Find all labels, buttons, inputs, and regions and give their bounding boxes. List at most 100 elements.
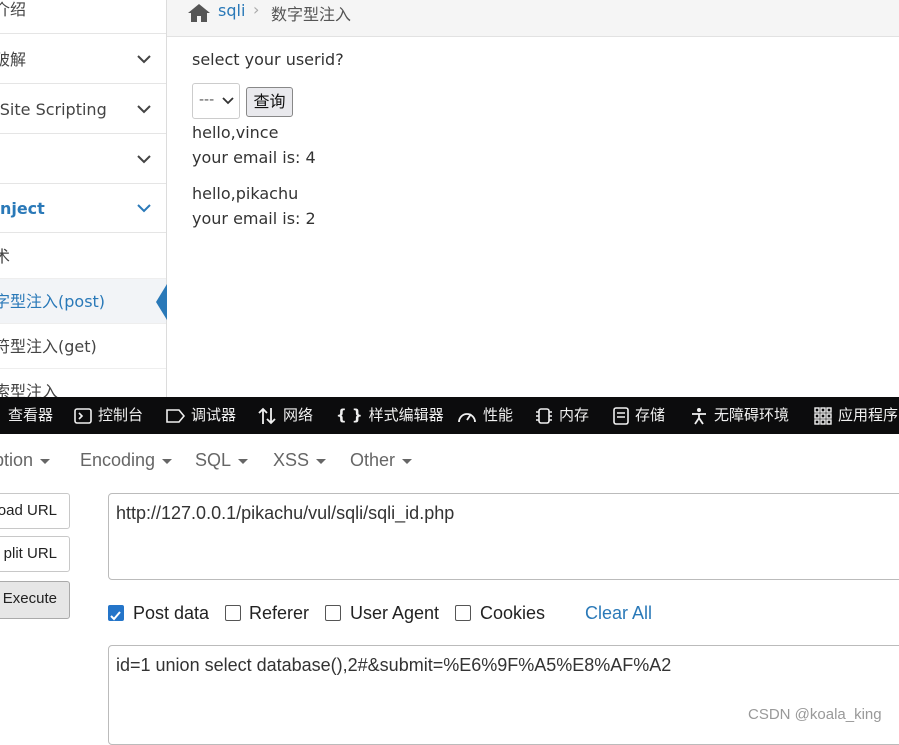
tab-console[interactable]: 控制台 xyxy=(74,397,143,434)
referer-checkbox[interactable] xyxy=(225,605,241,621)
menu-other[interactable]: Other xyxy=(350,450,413,471)
caret-down-icon xyxy=(402,458,413,464)
sidebar-item-sql-inject[interactable]: Inject xyxy=(0,184,166,233)
userid-prompt: select your userid? xyxy=(192,50,344,69)
network-icon xyxy=(258,407,276,424)
sidebar-subitem-overview[interactable]: 术 xyxy=(0,234,166,279)
menu-xss[interactable]: XSS xyxy=(273,450,327,471)
chevron-down-icon xyxy=(137,105,151,114)
sidebar-item-label: 介绍 xyxy=(0,0,27,19)
tab-label: 应用程序 xyxy=(838,406,899,424)
tab-label: 内存 xyxy=(559,406,590,424)
result-email: your email is: 4 xyxy=(192,148,316,167)
tab-label: 无障碍环境 xyxy=(714,406,790,424)
menu-label: SQL xyxy=(195,450,232,470)
watermark: CSDN @koala_king xyxy=(748,706,882,723)
tab-network[interactable]: 网络 xyxy=(257,397,313,434)
url-textarea[interactable]: http://127.0.0.1/pikachu/vul/sqli/sqli_i… xyxy=(108,493,899,580)
active-indicator xyxy=(156,284,167,320)
chevron-down-icon xyxy=(222,97,234,105)
menu-label: Other xyxy=(350,450,396,470)
performance-icon xyxy=(458,412,476,422)
execute-button[interactable]: Execute xyxy=(0,581,70,619)
breadcrumb-link[interactable]: sqli xyxy=(218,1,245,20)
tab-label: 样式编辑器 xyxy=(368,406,444,424)
sidebar-item-bruteforce[interactable]: 破解 xyxy=(0,35,166,84)
chevron-down-icon xyxy=(137,55,151,64)
load-url-button[interactable]: oad URL xyxy=(0,493,70,529)
memory-icon xyxy=(536,407,552,424)
result-hello: hello,vince xyxy=(192,123,279,142)
tab-label: 控制台 xyxy=(98,406,144,424)
console-icon xyxy=(74,407,92,424)
breadcrumb-separator: › xyxy=(253,0,260,19)
select-value: --- xyxy=(199,92,215,108)
caret-down-icon xyxy=(40,458,51,464)
sidebar-subitem-label: 符型注入(get) xyxy=(0,337,97,356)
storage-icon xyxy=(613,406,629,425)
menu-label: Encoding xyxy=(80,450,156,470)
web-app: 介绍 破解 -Site Scripting Inject 术 字型注入(post… xyxy=(0,0,899,397)
caret-down-icon xyxy=(162,458,173,464)
hackbar-menu: ption Encoding SQL XSS Other xyxy=(0,440,899,480)
tab-label: 存储 xyxy=(635,406,666,424)
tab-label: 网络 xyxy=(283,406,314,424)
userid-select[interactable]: --- xyxy=(192,83,240,119)
tab-label: 性能 xyxy=(483,406,514,424)
tab-memory[interactable]: 内存 xyxy=(535,397,589,434)
sidebar-subitem-label: 字型注入(post) xyxy=(0,292,106,311)
tab-performance[interactable]: 性能 xyxy=(457,397,513,434)
sidebar-subitem-string-get[interactable]: 符型注入(get) xyxy=(0,324,166,369)
application-icon xyxy=(814,406,832,425)
user-agent-checkbox[interactable] xyxy=(325,605,341,621)
referer-label: Referer xyxy=(249,603,310,623)
cookies-checkbox[interactable] xyxy=(455,605,471,621)
caret-down-icon xyxy=(316,458,327,464)
chevron-down-icon xyxy=(137,155,151,164)
menu-encryption[interactable]: ption xyxy=(0,450,51,471)
sidebar-subitem-numeric-post[interactable]: 字型注入(post) xyxy=(0,279,166,324)
menu-label: XSS xyxy=(273,450,310,470)
tab-label: 调试器 xyxy=(191,406,237,424)
sidebar: 介绍 破解 -Site Scripting Inject 术 字型注入(post… xyxy=(0,0,167,397)
clear-all-link[interactable]: Clear All xyxy=(585,603,652,624)
tab-debugger[interactable]: 调试器 xyxy=(165,397,236,434)
breadcrumb: sqli › 数字型注入 xyxy=(167,0,899,37)
tab-inspector[interactable]: 查看器 xyxy=(8,397,53,434)
sidebar-item-csrf[interactable] xyxy=(0,135,166,184)
result-email: your email is: 2 xyxy=(192,209,316,228)
menu-label: ption xyxy=(0,450,34,470)
sidebar-item-label: -Site Scripting xyxy=(0,100,107,119)
devtools-toolbar: 查看器 控制台 调试器 网络 { } 样式编辑器 性能 内存 存储 无障碍环境 应… xyxy=(0,397,899,434)
user-agent-label: User Agent xyxy=(350,603,440,623)
sidebar-subitem-label: 术 xyxy=(0,234,10,279)
sidebar-item-xss[interactable]: -Site Scripting xyxy=(0,85,166,134)
tab-storage[interactable]: 存储 xyxy=(613,397,665,434)
post-data-textarea[interactable]: id=1 union select database(),2#&submit=%… xyxy=(108,645,899,745)
tab-application[interactable]: 应用程序 xyxy=(814,397,898,434)
post-data-checkbox[interactable] xyxy=(108,605,124,621)
breadcrumb-current: 数字型注入 xyxy=(271,5,352,24)
split-url-button[interactable]: plit URL xyxy=(0,536,70,572)
caret-down-icon xyxy=(238,458,249,464)
menu-sql[interactable]: SQL xyxy=(195,450,249,471)
query-button[interactable]: 查询 xyxy=(246,87,293,117)
checkmark-icon xyxy=(110,611,121,621)
sidebar-subitem-label: 索型注入 xyxy=(0,382,59,397)
result-hello: hello,pikachu xyxy=(192,184,299,203)
home-icon[interactable] xyxy=(187,3,211,23)
sidebar-subitem-search[interactable]: 索型注入 xyxy=(0,369,166,397)
style-editor-icon: { } xyxy=(336,406,363,424)
tab-accessibility[interactable]: 无障碍环境 xyxy=(690,397,789,434)
debugger-icon xyxy=(166,408,186,423)
sidebar-item-label: 破解 xyxy=(0,50,27,69)
sidebar-item-label: Inject xyxy=(0,199,45,218)
menu-encoding[interactable]: Encoding xyxy=(80,450,173,471)
cookies-label: Cookies xyxy=(480,603,546,623)
post-data-label: Post data xyxy=(133,603,210,623)
chevron-down-icon xyxy=(137,204,151,213)
tab-label: 查看器 xyxy=(8,406,54,424)
accessibility-icon xyxy=(692,407,706,424)
sidebar-item-intro[interactable]: 介绍 xyxy=(0,0,166,34)
tab-style-editor[interactable]: { } 样式编辑器 xyxy=(336,397,444,434)
